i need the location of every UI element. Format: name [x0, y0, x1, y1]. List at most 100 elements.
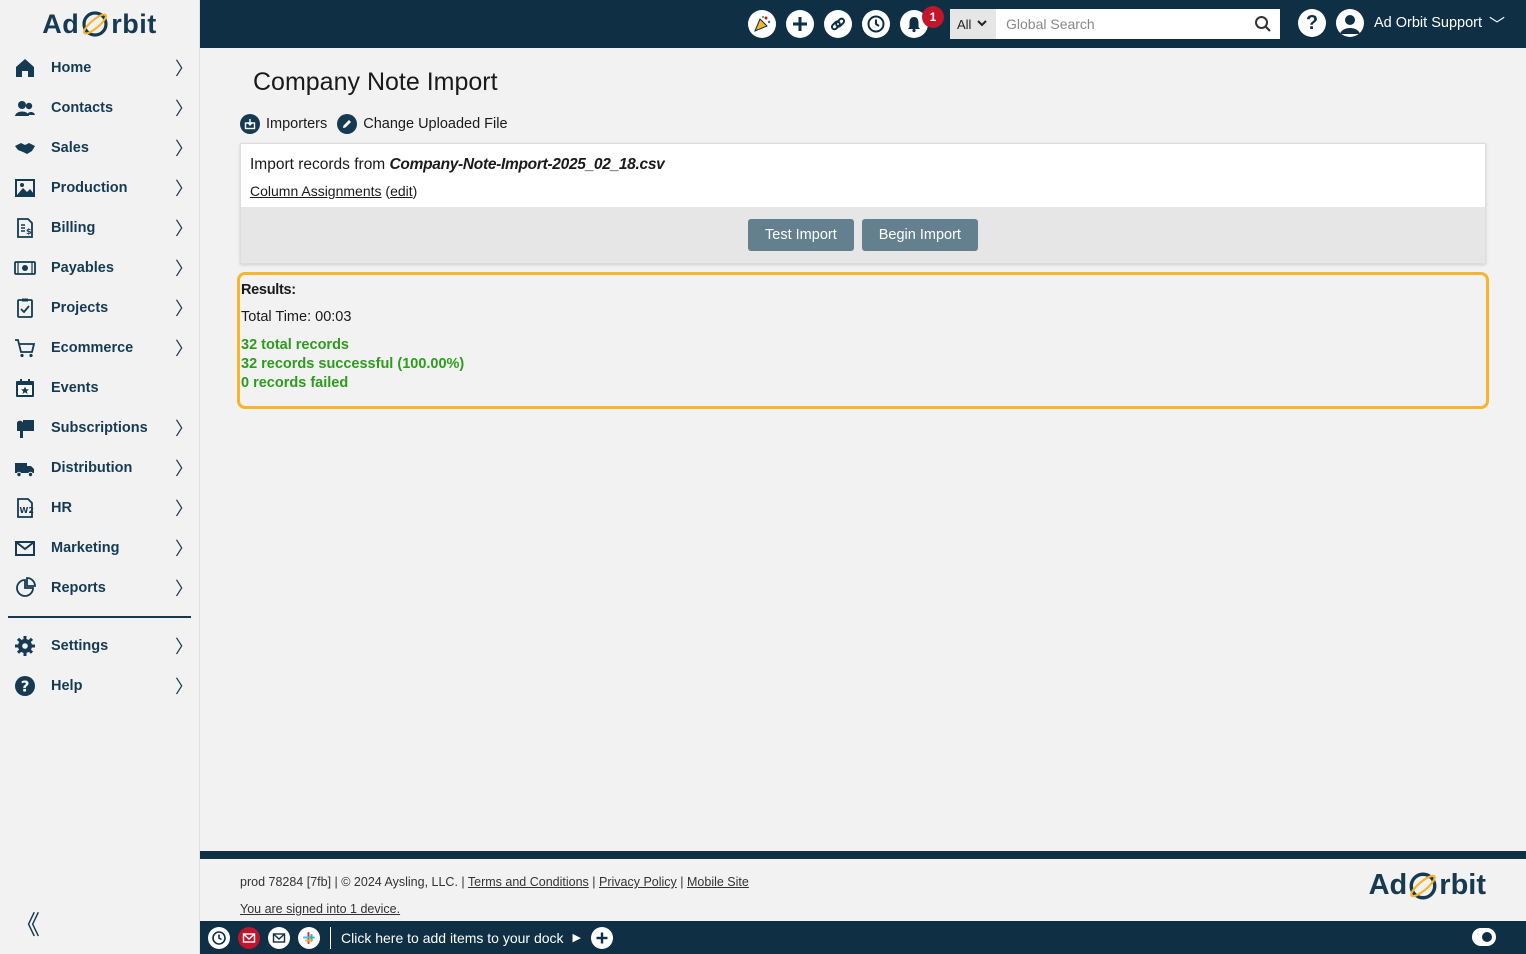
import-card-footer: Test Import Begin Import: [241, 207, 1485, 263]
sidebar-item-reports[interactable]: Reports 〉: [0, 568, 199, 608]
sidebar-item-production[interactable]: Production 〉: [0, 168, 199, 208]
sidebar-item-label: Subscriptions: [51, 420, 148, 436]
slack-icon[interactable]: [298, 926, 320, 949]
chevron-right-icon: 〉: [175, 579, 193, 599]
main-content: Company Note Import Importers Change Upl…: [200, 48, 1526, 851]
sidebar-item-hr[interactable]: W2 HR 〉: [0, 488, 199, 528]
user-menu-chevron-icon[interactable]: ﹀: [1489, 11, 1505, 35]
sidebar-item-payables[interactable]: Payables 〉: [0, 248, 199, 288]
mailbox-icon: [14, 417, 36, 439]
begin-import-button[interactable]: Begin Import: [861, 219, 978, 251]
page-actions: Importers Change Uploaded File: [240, 114, 508, 134]
app-logo[interactable]: Ad rbit: [0, 0, 199, 48]
sidebar-item-distribution[interactable]: Distribution 〉: [0, 448, 199, 488]
edit-column-assignments-link[interactable]: edit: [390, 183, 413, 199]
cart-icon: [14, 337, 36, 359]
column-assignments-link[interactable]: Column Assignments: [250, 183, 382, 199]
user-menu[interactable]: Ad Orbit Support: [1374, 15, 1482, 31]
global-search: All: [950, 9, 1280, 39]
sidebar-item-label: Projects: [51, 300, 109, 316]
page-title: Company Note Import: [253, 68, 498, 96]
sidebar-item-sales[interactable]: Sales 〉: [0, 128, 199, 168]
sidebar-item-label: Sales: [51, 140, 89, 156]
footer-logo-right: rbit: [1439, 869, 1486, 901]
import-file-name: Company-Note-Import-2025_02_18.csv: [389, 156, 665, 173]
edit-close-paren: ): [412, 183, 418, 199]
mobile-site-link[interactable]: Mobile Site: [687, 875, 749, 889]
chevron-right-icon: 〉: [175, 419, 193, 439]
signed-in-devices-link[interactable]: You are signed into 1 device.: [240, 902, 400, 916]
test-import-button[interactable]: Test Import: [748, 219, 854, 251]
orbit-logo-icon: [1407, 870, 1439, 902]
sidebar-item-subscriptions[interactable]: Subscriptions 〉: [0, 408, 199, 448]
chevron-right-icon: 〉: [175, 139, 193, 159]
chevron-right-icon: 〉: [175, 459, 193, 479]
chart-icon: [14, 577, 36, 599]
invoice-icon: $: [14, 217, 36, 239]
help-button[interactable]: ?: [1298, 9, 1326, 37]
sidebar-item-marketing[interactable]: Marketing 〉: [0, 528, 199, 568]
clipboard-icon: [14, 297, 36, 319]
sidebar-item-events[interactable]: Events: [0, 368, 199, 408]
footer-info: prod 78284 [7fb] | © 2024 Aysling, LLC. …: [240, 875, 749, 889]
search-input[interactable]: [996, 9, 1280, 39]
svg-text:W2: W2: [20, 506, 34, 515]
chevron-right-icon: 〉: [175, 637, 193, 657]
dock-toggle-icon[interactable]: [1472, 928, 1496, 946]
results-successful-records: 32 records successful (100.00%): [241, 356, 465, 372]
search-scope-select[interactable]: All: [950, 9, 996, 39]
sidebar-item-label: Settings: [51, 638, 109, 654]
sidebar-item-label: Marketing: [51, 540, 120, 556]
home-icon: [14, 57, 36, 79]
sidebar-item-label: Production: [51, 180, 128, 196]
w2-icon: W2: [14, 497, 36, 519]
sidebar-item-projects[interactable]: Projects 〉: [0, 288, 199, 328]
edit-open-paren: (: [381, 183, 391, 199]
import-card: Import records from Company-Note-Import-…: [240, 143, 1486, 264]
sidebar-item-home[interactable]: Home 〉: [0, 48, 199, 88]
sidebar-item-label: Ecommerce: [51, 340, 134, 356]
sidebar-nav-bottom: Settings 〉 ? Help 〉: [0, 626, 199, 706]
chevron-right-icon: 〉: [175, 339, 193, 359]
sidebar-item-label: Help: [51, 678, 83, 694]
sidebar-item-settings[interactable]: Settings 〉: [0, 626, 199, 666]
column-assignments-row: Column Assignments (edit): [250, 183, 417, 199]
sidebar-item-billing[interactable]: $ Billing 〉: [0, 208, 199, 248]
sidebar-item-label: Contacts: [51, 100, 114, 116]
add-to-dock-icon[interactable]: [591, 926, 614, 949]
clock-icon[interactable]: [208, 926, 230, 949]
help-glyph: ?: [1305, 11, 1319, 34]
pencil-icon: [337, 114, 358, 134]
sidebar-item-help[interactable]: ? Help 〉: [0, 666, 199, 706]
privacy-link[interactable]: Privacy Policy: [599, 875, 677, 889]
chevron-right-icon: 〉: [175, 539, 193, 559]
caret-right-icon: ▶: [572, 932, 582, 944]
importers-link[interactable]: Importers: [240, 114, 327, 134]
sidebar-item-ecommerce[interactable]: Ecommerce 〉: [0, 328, 199, 368]
search-icon[interactable]: [1254, 15, 1272, 38]
change-uploaded-file-link[interactable]: Change Uploaded File: [337, 114, 508, 134]
link-icon[interactable]: [824, 10, 852, 38]
mail-red-icon[interactable]: [238, 926, 260, 949]
user-avatar-icon[interactable]: [1336, 9, 1364, 37]
sidebar-nav: Home 〉 Contacts 〉 Sales 〉 Production 〉 $ Billing 〉…: [0, 48, 199, 608]
sidebar-item-label: Distribution: [51, 460, 133, 476]
chevron-right-icon: 〉: [175, 179, 193, 199]
add-icon[interactable]: [786, 10, 814, 38]
history-icon[interactable]: [862, 10, 890, 38]
collapse-sidebar-icon[interactable]: 《: [14, 905, 40, 942]
add-to-dock-prompt[interactable]: Click here to add items to your dock: [341, 930, 564, 946]
sidebar-item-label: Home: [51, 60, 92, 76]
import-prefix: Import records from: [250, 156, 390, 173]
chevron-right-icon: 〉: [175, 59, 193, 79]
sidebar-item-contacts[interactable]: Contacts 〉: [0, 88, 199, 128]
handshake-icon: [14, 137, 36, 159]
logo-text-right: rbit: [111, 8, 157, 39]
celebration-icon[interactable]: [748, 10, 776, 38]
results-total-records: 32 total records: [241, 337, 349, 353]
terms-link[interactable]: Terms and Conditions: [468, 875, 589, 889]
mail-icon[interactable]: [268, 926, 290, 949]
chevron-right-icon: 〉: [175, 259, 193, 279]
footer-separator: |: [588, 875, 600, 889]
sidebar: Ad rbit Home 〉 Contacts 〉 Sales 〉 Production 〉 $…: [0, 0, 200, 954]
